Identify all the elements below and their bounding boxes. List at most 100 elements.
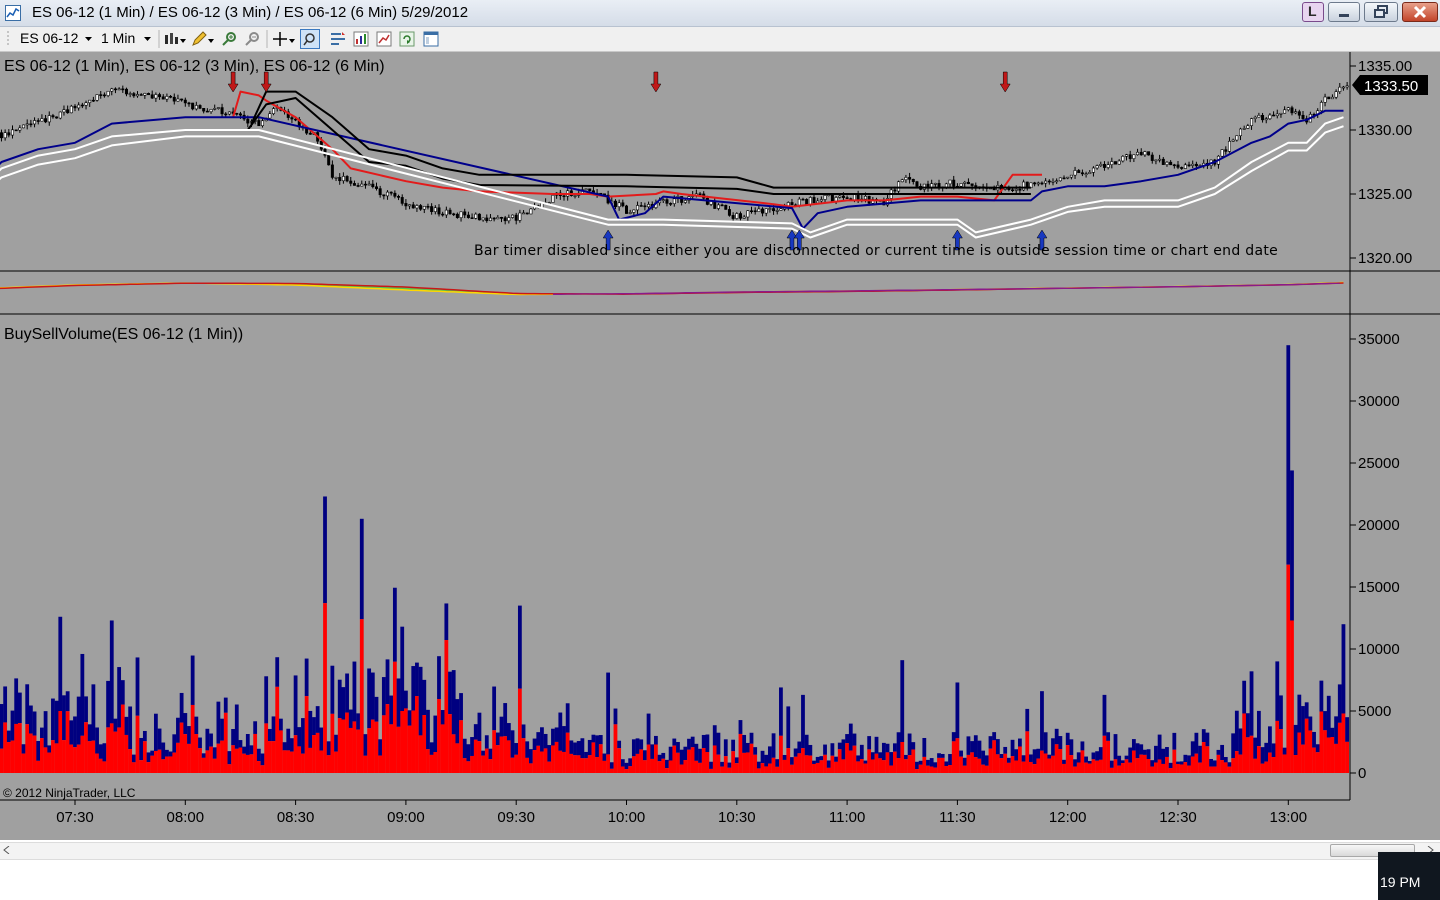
buy-volume-bar	[28, 705, 33, 734]
buy-volume-bar	[797, 741, 802, 754]
buy-volume-bar	[201, 753, 206, 758]
data-box-icon[interactable]	[300, 29, 320, 49]
price-bar-body	[224, 113, 228, 116]
strategies-icon[interactable]	[376, 31, 392, 47]
maximize-button[interactable]	[1364, 2, 1398, 22]
sell-volume-bar	[448, 714, 452, 773]
price-tick-label: 1335.00	[1358, 58, 1412, 75]
buy-volume-bar	[837, 742, 842, 750]
zoom-out-icon[interactable]	[244, 31, 260, 47]
buy-volume-bar	[672, 738, 677, 746]
buy-volume-bar	[896, 732, 901, 759]
buy-volume-bar	[411, 666, 416, 711]
price-bar-body	[573, 195, 577, 197]
price-bar-body	[165, 96, 169, 100]
price-bar-body	[963, 181, 967, 184]
sell-volume-bar	[1154, 762, 1158, 773]
sell-volume-bar	[830, 755, 835, 773]
price-bar-body	[1169, 161, 1173, 166]
sell-volume-bar	[1172, 749, 1177, 773]
time-tick-label: 09:00	[387, 809, 425, 826]
price-bar-body	[69, 105, 73, 114]
price-bar-body	[158, 94, 162, 98]
indicators-icon[interactable]	[353, 31, 369, 47]
sell-volume-bar	[1047, 758, 1052, 773]
chart-area[interactable]: 1320.00 1325.00 1330.00 1335.00 0 5000 10000 15…	[0, 52, 1440, 840]
buy-volume-bar	[337, 679, 342, 719]
chevron-down-icon[interactable]	[180, 39, 186, 43]
sell-volume-bar	[510, 757, 515, 773]
sell-volume-bar	[819, 760, 824, 773]
buy-volume-bar	[293, 675, 298, 736]
close-button[interactable]	[1402, 2, 1438, 22]
price-bar-body	[761, 208, 765, 214]
buy-volume-bar	[738, 720, 743, 734]
interval-selector[interactable]: 1 Min	[97, 27, 155, 51]
price-bar-body	[1327, 96, 1331, 100]
bar-style-icon[interactable]	[163, 31, 179, 47]
price-bar-body	[430, 206, 434, 212]
sell-volume-bar	[834, 761, 838, 773]
horizontal-scrollbar[interactable]	[0, 842, 1440, 860]
drawing-pencil-icon[interactable]	[191, 31, 207, 47]
sell-volume-bar	[345, 712, 349, 773]
buy-volume-bar	[109, 620, 114, 724]
sell-volume-bar	[495, 745, 500, 773]
sell-volume-bar	[1113, 759, 1118, 773]
price-bar-body	[1180, 167, 1184, 169]
price-bar-body	[1014, 189, 1018, 191]
buy-volume-bar	[900, 660, 905, 742]
sell-volume-bar	[1337, 722, 1342, 773]
buy-volume-bar	[484, 735, 489, 749]
buy-volume-bar	[422, 679, 427, 716]
buy-volume-bar	[1212, 760, 1217, 767]
buy-volume-bar	[1209, 758, 1213, 767]
sell-volume-bar	[404, 708, 408, 773]
price-bar-body	[1088, 172, 1092, 174]
refresh-icon[interactable]	[399, 31, 415, 47]
instrument-selector[interactable]: ES 06-12	[16, 27, 96, 51]
buy-volume-bar	[400, 626, 405, 711]
price-bar-body	[10, 129, 14, 136]
volume-tick-label: 5000	[1358, 703, 1391, 720]
sell-volume-bar	[683, 760, 688, 773]
buy-volume-bar	[499, 716, 504, 737]
buy-volume-bar	[734, 757, 739, 764]
price-bar-body	[33, 120, 37, 125]
sell-volume-bar	[808, 755, 813, 773]
price-bar-body	[1117, 160, 1121, 165]
price-bar-body	[216, 107, 220, 109]
sell-volume-bar	[198, 748, 202, 773]
chevron-down-icon[interactable]	[289, 39, 295, 43]
scroll-left-icon[interactable]	[3, 846, 11, 854]
buy-volume-bar	[1223, 757, 1228, 763]
sell-volume-bar	[547, 761, 552, 773]
extra-window-button[interactable]: L	[1302, 2, 1324, 22]
sell-volume-bar	[1021, 761, 1026, 773]
buy-volume-bar	[326, 741, 331, 756]
time-tick-label: 11:30	[939, 809, 975, 826]
buy-volume-bar	[642, 750, 647, 761]
chart-template-icon[interactable]	[423, 31, 439, 47]
crosshair-icon[interactable]	[272, 31, 288, 47]
zoom-in-icon[interactable]	[221, 31, 237, 47]
price-bar-body	[106, 90, 110, 96]
sell-volume-bar	[139, 760, 144, 773]
price-bar-body	[99, 94, 103, 96]
chart-canvas[interactable]: 1320.00 1325.00 1330.00 1335.00 0 5000 10000 15…	[0, 52, 1440, 840]
sell-volume-bar	[786, 748, 791, 773]
price-bar-body	[7, 132, 11, 136]
chevron-down-icon[interactable]	[208, 39, 214, 43]
sell-volume-bar	[790, 764, 794, 773]
sell-volume-bar	[801, 748, 805, 773]
buy-volume-bar	[995, 739, 1000, 755]
sell-volume-bar	[1051, 755, 1055, 773]
buy-volume-bar	[278, 718, 283, 731]
minimize-button[interactable]	[1328, 2, 1360, 22]
sell-volume-bar	[1098, 759, 1103, 773]
buy-volume-bar	[815, 756, 820, 763]
sell-volume-bar	[1080, 750, 1085, 773]
buy-volume-bar	[407, 710, 412, 726]
buy-volume-bar	[576, 741, 581, 756]
properties-icon[interactable]	[330, 31, 346, 47]
